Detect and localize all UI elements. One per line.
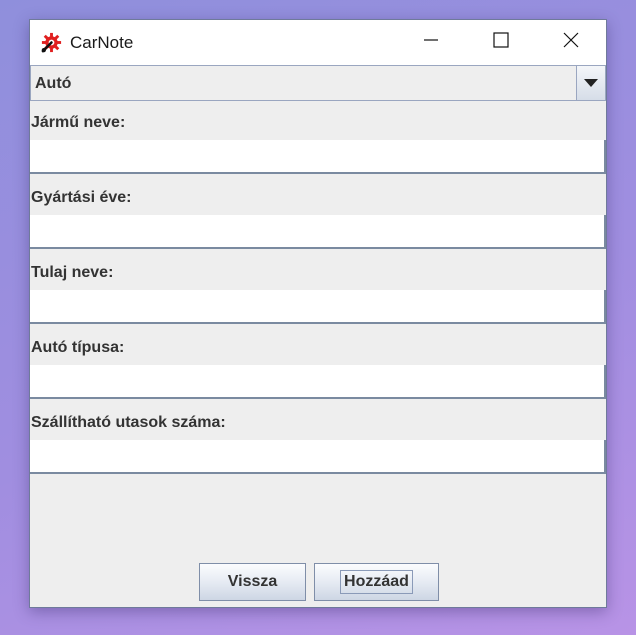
close-button[interactable] — [536, 20, 606, 65]
maximize-icon — [493, 32, 509, 53]
vehicle-type-select[interactable]: Autó — [30, 65, 606, 101]
car-type-label: Autó típusa: — [31, 339, 125, 356]
chevron-down-icon[interactable] — [576, 66, 605, 100]
owner-name-label: Tulaj neve: — [31, 264, 114, 281]
passenger-capacity-label: Szállítható utasok száma: — [31, 414, 226, 431]
add-button[interactable]: Hozzáad — [314, 563, 439, 601]
car-type-field[interactable] — [30, 365, 606, 399]
carnote-window: CarNote Autó Jármű neve: Gyártási éve: T… — [29, 19, 607, 608]
minimize-button[interactable] — [396, 20, 466, 65]
gear-wrench-icon — [40, 31, 63, 54]
owner-name-field[interactable] — [30, 290, 606, 324]
add-button-label: Hozzáad — [340, 570, 413, 594]
manufacture-year-field[interactable] — [30, 215, 606, 249]
title-bar[interactable]: CarNote — [30, 20, 606, 65]
close-icon — [563, 32, 579, 53]
manufacture-year-label: Gyártási éve: — [31, 189, 132, 206]
vehicle-name-field[interactable] — [30, 140, 606, 174]
passenger-capacity-field[interactable] — [30, 440, 606, 474]
vehicle-type-selected: Autó — [35, 75, 72, 92]
minimize-icon — [423, 32, 439, 53]
back-button[interactable]: Vissza — [199, 563, 306, 601]
window-title: CarNote — [70, 33, 134, 52]
vehicle-name-label: Jármű neve: — [31, 114, 126, 131]
maximize-button[interactable] — [466, 20, 536, 65]
